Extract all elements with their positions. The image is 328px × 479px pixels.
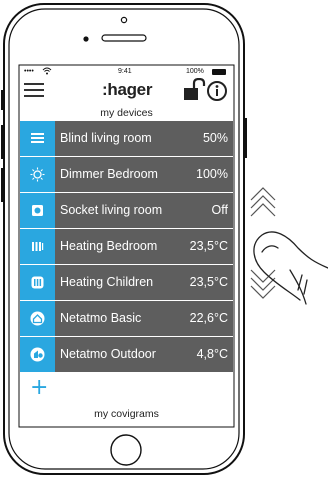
- home-button[interactable]: [110, 434, 142, 466]
- swipe-up-chevrons-icon: [250, 187, 276, 217]
- device-name: Heating Bedroom: [60, 239, 158, 253]
- section-title-devices: my devices: [100, 107, 153, 119]
- hamburger-menu-button[interactable]: [24, 82, 44, 98]
- device-icon-box: [20, 301, 55, 336]
- device-icon-box: [20, 157, 55, 192]
- device-name: Socket living room: [60, 203, 163, 217]
- camera-icon: [83, 36, 89, 42]
- device-row-dimmer[interactable]: Dimmer Bedroom 100%: [20, 157, 233, 192]
- app-screen: •••• 9:41 100% :hager my devices Blind l…: [20, 66, 233, 426]
- outdoor-station-icon: [30, 347, 45, 362]
- speaker-icon: [101, 34, 147, 42]
- home-station-icon: [30, 311, 45, 326]
- radiator-icon: [32, 242, 44, 251]
- device-row-blind[interactable]: Blind living room 50%: [20, 121, 233, 156]
- signal-icon: ••••: [24, 68, 34, 75]
- radiator-icon: [31, 276, 44, 289]
- device-row-netatmo-outdoor[interactable]: Netatmo Outdoor 4,8°C: [20, 337, 233, 372]
- blind-icon: [31, 133, 44, 143]
- device-name: Dimmer Bedroom: [60, 167, 158, 181]
- info-icon[interactable]: [207, 81, 227, 101]
- wifi-icon: [42, 67, 52, 77]
- device-value: 22,6°C: [189, 311, 228, 325]
- device-value: 50%: [202, 131, 228, 145]
- device-row-heating-bedroom[interactable]: Heating Bedroom 23,5°C: [20, 229, 233, 264]
- device-name: Blind living room: [60, 131, 152, 145]
- device-icon-box: [20, 121, 55, 156]
- device-value: 23,5°C: [189, 239, 228, 253]
- device-icon-box: [20, 193, 55, 228]
- proximity-sensor-icon: [120, 16, 128, 24]
- battery-icon: [212, 69, 226, 75]
- device-value: 23,5°C: [189, 275, 228, 289]
- device-name: Heating Children: [60, 275, 154, 289]
- lock-open-icon[interactable]: [184, 77, 206, 100]
- status-bar: •••• 9:41 100%: [20, 66, 233, 78]
- device-icon-box: [20, 265, 55, 300]
- battery-percent: 100%: [186, 68, 204, 75]
- finger-gesture-icon: [253, 231, 328, 305]
- device-name: Netatmo Basic: [60, 311, 142, 325]
- status-time: 9:41: [118, 68, 132, 75]
- device-value: 100%: [196, 167, 228, 181]
- add-device-button[interactable]: +: [30, 377, 48, 399]
- hager-logo: :hager: [102, 80, 153, 99]
- device-row-netatmo-basic[interactable]: Netatmo Basic 22,6°C: [20, 301, 233, 336]
- swipe-down-chevrons-icon: [250, 269, 276, 299]
- bulb-icon: [30, 167, 45, 182]
- header-icons: [182, 77, 230, 104]
- device-icon-box: [20, 229, 55, 264]
- section-title-covigrams: my covigrams: [94, 408, 159, 420]
- device-icon-box: [20, 337, 55, 372]
- socket-icon: [32, 205, 43, 216]
- device-row-socket[interactable]: Socket living room Off: [20, 193, 233, 228]
- device-name: Netatmo Outdoor: [60, 347, 156, 361]
- device-value: 4,8°C: [196, 347, 228, 361]
- device-value: Off: [211, 203, 228, 217]
- device-row-heating-children[interactable]: Heating Children 23,5°C: [20, 265, 233, 300]
